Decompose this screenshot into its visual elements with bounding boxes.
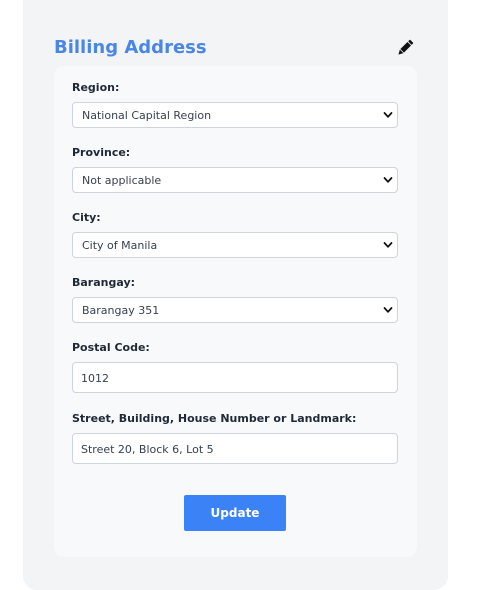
update-button[interactable]: Update [184,495,286,531]
barangay-select[interactable]: Barangay 351 [72,297,398,323]
billing-address-title: Billing Address [54,37,207,58]
billing-address-panel: Billing Address Region: National Capital… [23,0,448,590]
barangay-select-value: Barangay 351 [82,304,160,317]
postal-code-value: 1012 [81,372,109,385]
street-label: Street, Building, House Number or Landma… [72,412,357,425]
province-select[interactable]: Not applicable [72,167,398,193]
chevron-down-icon [383,112,393,118]
edit-button[interactable] [395,38,415,58]
postal-code-input[interactable]: 1012 [72,362,398,393]
address-form: Region: National Capital Region Province… [54,66,417,557]
chevron-down-icon [383,242,393,248]
province-select-value: Not applicable [82,174,162,187]
province-label: Province: [72,146,131,159]
chevron-down-icon [383,307,393,313]
region-label: Region: [72,81,120,94]
postal-code-label: Postal Code: [72,341,150,354]
street-value: Street 20, Block 6, Lot 5 [81,443,214,456]
city-select-value: City of Manila [82,239,158,252]
pencil-icon [398,39,414,55]
region-select-value: National Capital Region [82,109,212,122]
region-select[interactable]: National Capital Region [72,102,398,128]
city-label: City: [72,211,101,224]
barangay-label: Barangay: [72,276,136,289]
chevron-down-icon [383,177,393,183]
city-select[interactable]: City of Manila [72,232,398,258]
street-input[interactable]: Street 20, Block 6, Lot 5 [72,433,398,464]
